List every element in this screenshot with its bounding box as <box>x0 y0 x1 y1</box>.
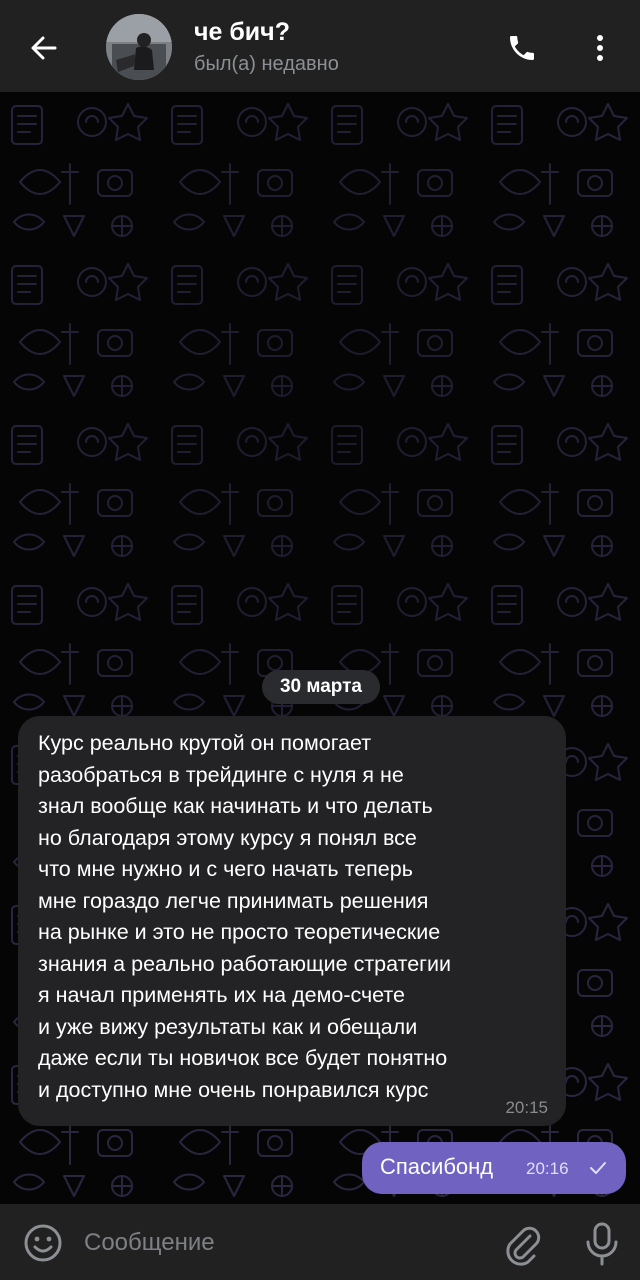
message-composer <box>0 1204 640 1280</box>
more-vertical-icon <box>597 35 603 61</box>
message-input[interactable] <box>82 1222 466 1264</box>
message-text: Спасибонд <box>380 1154 494 1179</box>
date-divider: 30 марта <box>262 670 380 704</box>
more-menu-button[interactable] <box>576 24 624 72</box>
avatar[interactable] <box>106 14 172 80</box>
chat-header: че бич? был(а) недавно <box>0 0 640 92</box>
microphone-icon[interactable] <box>580 1220 624 1266</box>
message-text: Курс реально крутой он помогает разобрат… <box>38 731 452 1102</box>
incoming-message[interactable]: Курс реально крутой он помогает разобрат… <box>18 716 566 1126</box>
message-time: 20:16 <box>526 1159 569 1178</box>
single-check-icon <box>590 1162 606 1174</box>
call-button[interactable] <box>498 24 546 72</box>
emoji-icon[interactable] <box>22 1222 64 1264</box>
back-button[interactable] <box>22 26 66 70</box>
message-time: 20:15 <box>505 1098 548 1117</box>
back-arrow-icon <box>31 36 57 60</box>
phone-icon <box>510 36 534 60</box>
chat-area[interactable]: 30 марта Курс реально крутой он помогает… <box>0 92 640 1204</box>
last-seen-status: был(а) недавно <box>194 53 339 75</box>
paperclip-icon[interactable] <box>500 1222 544 1266</box>
outgoing-message[interactable]: Спасибонд 20:16 <box>362 1142 626 1194</box>
avatar-image <box>106 14 172 80</box>
chat-title[interactable]: че бич? <box>194 18 290 47</box>
